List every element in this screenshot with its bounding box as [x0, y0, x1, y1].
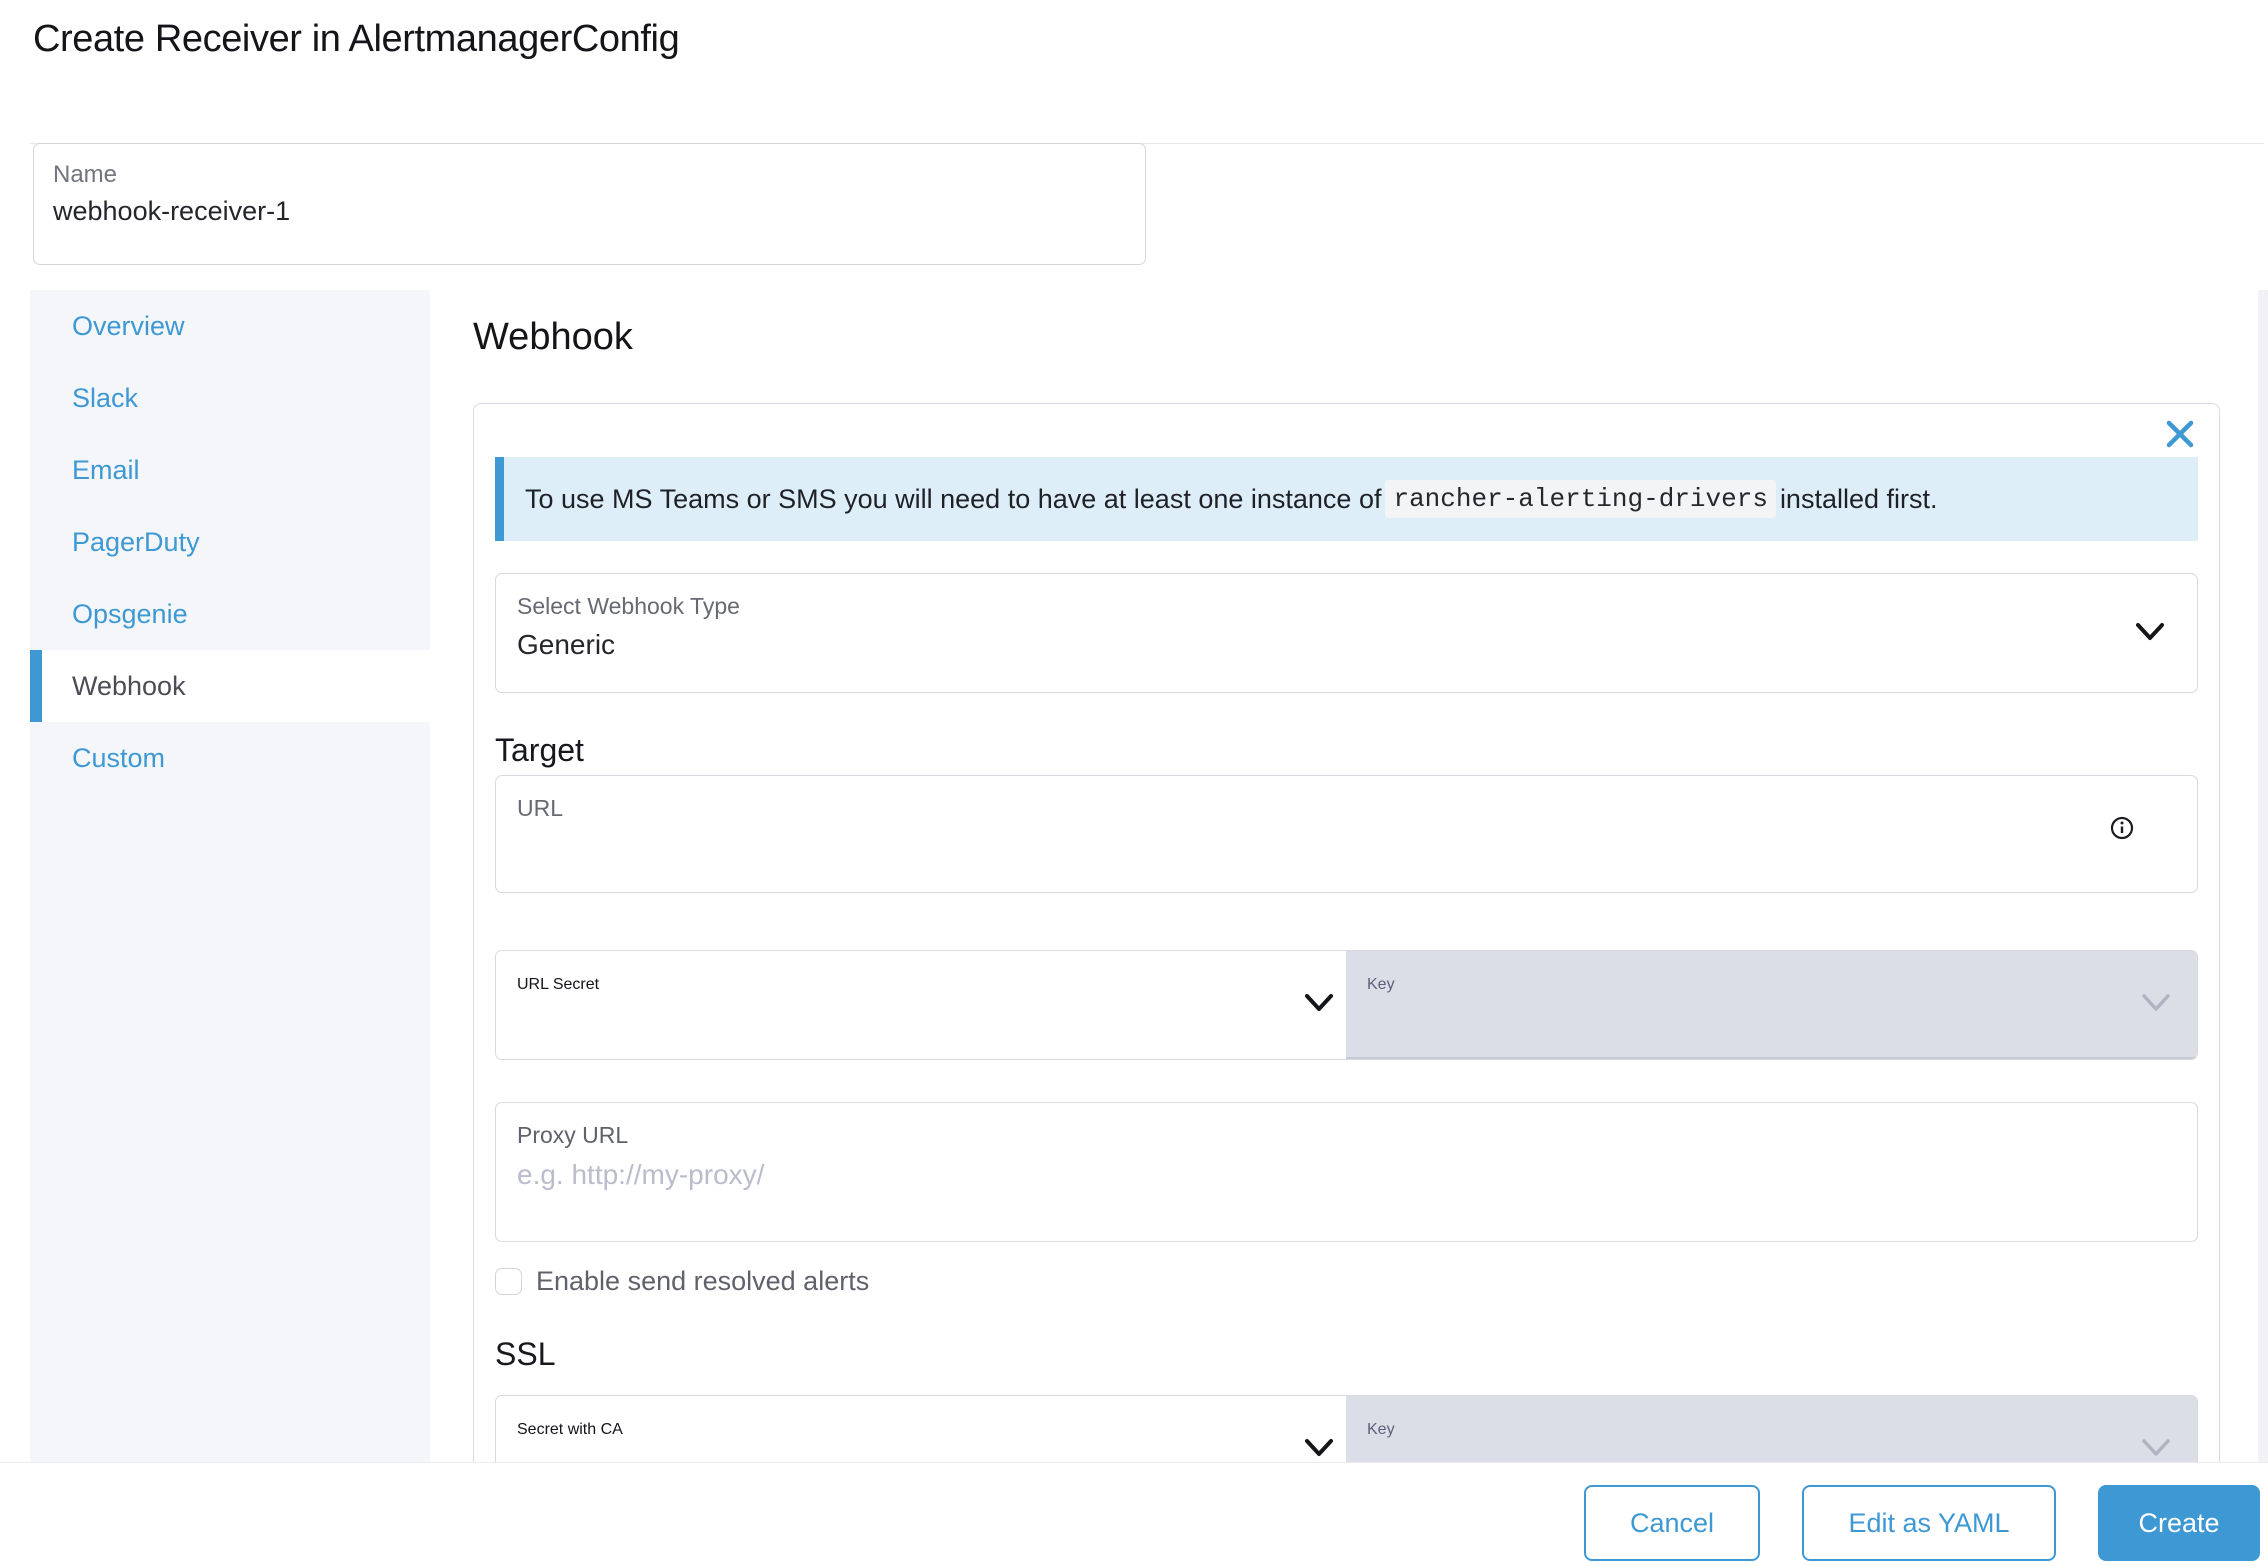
page-title: Create Receiver in AlertmanagerConfig: [33, 18, 679, 61]
active-tab-indicator: [30, 650, 42, 722]
sidebar-item-label: Opsgenie: [72, 599, 188, 630]
receiver-type-sidebar: Overview Slack Email PagerDuty Opsgenie …: [30, 290, 430, 1462]
url-secret-select[interactable]: URL Secret: [496, 951, 1346, 1059]
send-resolved-row: Enable send resolved alerts: [495, 1266, 2198, 1297]
target-heading: Target: [495, 731, 2198, 769]
drivers-info-banner: To use MS Teams or SMS you will need to …: [495, 457, 2198, 541]
webhook-tab-panel: Webhook To use MS Teams or SMS you will …: [430, 290, 2258, 1462]
banner-code: rancher-alerting-drivers: [1385, 480, 1775, 518]
banner-text-before: To use MS Teams or SMS you will need to …: [525, 484, 1381, 515]
sidebar-item-label: Custom: [72, 743, 165, 774]
edit-as-yaml-button[interactable]: Edit as YAML: [1802, 1485, 2056, 1561]
sidebar-item-label: Overview: [72, 311, 185, 342]
proxy-url-label: Proxy URL: [517, 1122, 2197, 1149]
sidebar-item-pagerduty[interactable]: PagerDuty: [30, 506, 430, 578]
chevron-down-icon: [1304, 993, 1334, 1012]
key-label: Key: [1367, 976, 2197, 994]
sidebar-item-overview[interactable]: Overview: [30, 290, 430, 362]
secret-with-ca-label: Secret with CA: [517, 1421, 1346, 1439]
name-field-label: Name: [53, 161, 1145, 189]
secret-with-ca-key-select-disabled: Key: [1346, 1396, 2197, 1462]
send-resolved-checkbox[interactable]: [495, 1268, 522, 1295]
proxy-url-input[interactable]: [517, 1159, 1917, 1191]
receiver-tabs-section: Overview Slack Email PagerDuty Opsgenie …: [30, 290, 2258, 1462]
cancel-button[interactable]: Cancel: [1584, 1485, 1760, 1561]
ssl-heading: SSL: [495, 1335, 2198, 1373]
url-input[interactable]: [517, 832, 1917, 864]
chevron-down-icon: [2141, 993, 2171, 1012]
create-receiver-page: Create Receiver in AlertmanagerConfig Na…: [0, 0, 2268, 1566]
secret-with-ca-select[interactable]: Secret with CA: [496, 1396, 1346, 1462]
banner-text-after: installed first.: [1780, 484, 1938, 515]
sidebar-item-email[interactable]: Email: [30, 434, 430, 506]
url-secret-row: URL Secret Key: [495, 950, 2198, 1060]
webhook-type-value: Generic: [517, 629, 2197, 661]
info-icon[interactable]: [2110, 816, 2134, 840]
webhook-form-card: To use MS Teams or SMS you will need to …: [473, 403, 2220, 1462]
chevron-down-icon: [1304, 1438, 1334, 1457]
sidebar-item-label: PagerDuty: [72, 527, 200, 558]
name-input[interactable]: [53, 196, 1053, 227]
sidebar-item-label: Webhook: [72, 671, 186, 702]
sidebar-item-slack[interactable]: Slack: [30, 362, 430, 434]
url-field[interactable]: URL: [495, 775, 2198, 893]
webhook-type-label: Select Webhook Type: [517, 593, 2197, 620]
sidebar-item-label: Email: [72, 455, 140, 486]
webhook-heading: Webhook: [473, 316, 633, 359]
url-secret-label: URL Secret: [517, 976, 1346, 994]
sidebar-item-opsgenie[interactable]: Opsgenie: [30, 578, 430, 650]
create-button[interactable]: Create: [2098, 1485, 2260, 1561]
receiver-name-field[interactable]: Name: [33, 143, 1146, 265]
chevron-down-icon: [2135, 622, 2165, 641]
sidebar-item-label: Slack: [72, 383, 138, 414]
webhook-type-select[interactable]: Select Webhook Type Generic: [495, 573, 2198, 693]
footer-action-bar: Cancel Edit as YAML Create: [0, 1462, 2268, 1566]
key-label: Key: [1367, 1421, 2197, 1439]
proxy-url-field[interactable]: Proxy URL: [495, 1102, 2198, 1242]
sidebar-item-custom[interactable]: Custom: [30, 722, 430, 794]
url-field-label: URL: [517, 795, 2197, 822]
chevron-down-icon: [2141, 1438, 2171, 1457]
send-resolved-label: Enable send resolved alerts: [536, 1266, 869, 1297]
scroll-gutter[interactable]: [2258, 290, 2268, 1462]
sidebar-item-webhook[interactable]: Webhook: [30, 650, 430, 722]
secret-with-ca-row: Secret with CA Key: [495, 1395, 2198, 1462]
close-icon[interactable]: [2165, 419, 2195, 449]
url-secret-key-select-disabled: Key: [1346, 951, 2197, 1059]
